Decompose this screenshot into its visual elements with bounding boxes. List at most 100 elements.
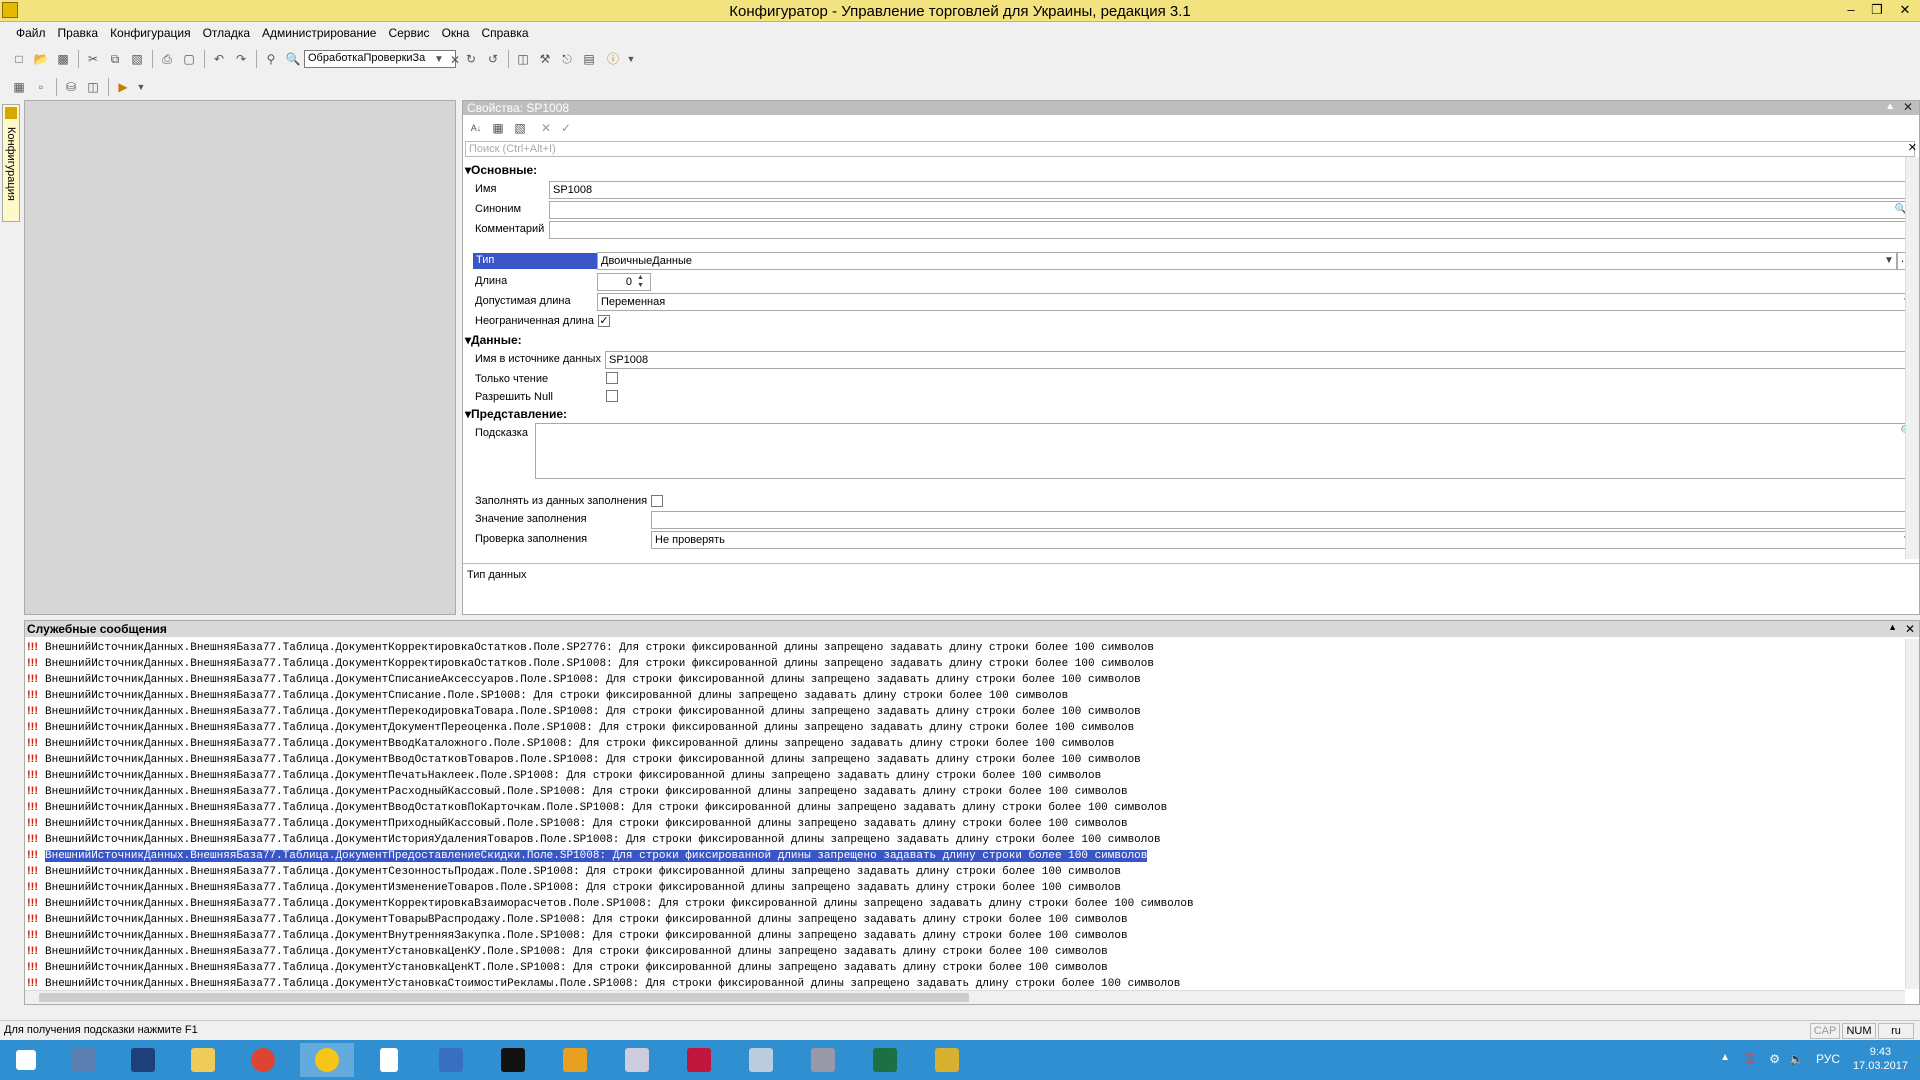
message-row[interactable]: !!! ВнешнийИсточникДанных.ВнешняяБаза77.Т… (25, 927, 1905, 943)
taskbar-app-tools[interactable] (920, 1043, 974, 1077)
menu-file[interactable]: Файл (10, 24, 52, 42)
taskbar-app-excel[interactable] (858, 1043, 912, 1077)
tray-language[interactable]: РУС (1816, 1052, 1840, 1066)
pin-icon[interactable]: ▲ (1885, 101, 1895, 112)
message-row[interactable]: !!! ВнешнийИсточникДанных.ВнешняяБаза77.Т… (25, 719, 1905, 735)
taskbar-app-chrome[interactable] (236, 1043, 290, 1077)
tray-clock[interactable]: 9:43 17.03.2017 (1853, 1045, 1908, 1073)
message-row[interactable]: !!! ВнешнийИсточникДанных.ВнешняяБаза77.Т… (25, 815, 1905, 831)
synonym-field[interactable]: 🔍 (549, 201, 1909, 219)
message-row[interactable]: !!! ВнешнийИсточникДанных.ВнешняяБаза77.Т… (25, 655, 1905, 671)
message-row[interactable]: !!! ВнешнийИсточникДанных.ВнешняяБаза77.Т… (25, 783, 1905, 799)
message-row[interactable]: !!! ВнешнийИсточникДанных.ВнешняяБаза77.Т… (25, 735, 1905, 751)
taskbar-app-paint[interactable] (548, 1043, 602, 1077)
find-in-window-icon[interactable]: ⚲ (262, 50, 280, 68)
save-icon[interactable]: ▩ (54, 50, 72, 68)
menu-service[interactable]: Сервис (382, 24, 435, 42)
message-row[interactable]: !!! ВнешнийИсточникДанных.ВнешняяБаза77.Т… (25, 799, 1905, 815)
apply-edit-icon[interactable]: ✓ (557, 119, 575, 137)
message-row[interactable]: !!! ВнешнийИсточникДанных.ВнешняяБаза77.Т… (25, 831, 1905, 847)
database-icon[interactable]: ⛁ (62, 78, 80, 96)
section-view[interactable]: ▾Представление: (465, 407, 567, 421)
print-icon[interactable]: ⎙ (158, 50, 176, 68)
fill-value-field[interactable] (651, 511, 1915, 529)
taskbar-app-notepad[interactable] (362, 1043, 416, 1077)
message-row[interactable]: !!! ВнешнийИсточникДанных.ВнешняяБаза77.Т… (25, 959, 1905, 975)
taskbar-app-setup[interactable] (424, 1043, 478, 1077)
sort-alpha-icon[interactable]: A↓ (467, 119, 485, 137)
taskbar-app-eraser[interactable] (734, 1043, 788, 1077)
message-row[interactable]: !!! ВнешнийИсточникДанных.ВнешняяБаза77.Т… (25, 687, 1905, 703)
close-messages-icon[interactable]: ✕ (1905, 622, 1915, 636)
menu-configuration[interactable]: Конфигурация (104, 24, 197, 42)
close-properties-icon[interactable]: ✕ (1903, 100, 1913, 114)
open-icon[interactable]: 📂 (32, 50, 50, 68)
comment-field[interactable] (549, 221, 1909, 239)
tray-network-icon[interactable]: ☒ (1744, 1052, 1755, 1066)
message-row[interactable]: !!! ВнешнийИсточникДанных.ВнешняяБаза77.Т… (25, 847, 1905, 863)
taskbar-app-save[interactable] (672, 1043, 726, 1077)
source-name-field[interactable]: SP1008 (605, 351, 1915, 369)
taskbar-app-powershell[interactable] (116, 1043, 170, 1077)
close-button[interactable]: ✕ (1892, 0, 1918, 20)
menu-help[interactable]: Справка (475, 24, 534, 42)
toolbar-dropdown-icon[interactable]: ▼ (622, 50, 640, 68)
menu-debug[interactable]: Отладка (197, 24, 256, 42)
collapse-all-icon[interactable]: ▧ (511, 119, 529, 137)
minimize-button[interactable]: – (1838, 0, 1864, 20)
taskbar-app-1c[interactable] (300, 1043, 354, 1077)
messages-vertical-scrollbar[interactable] (1905, 639, 1919, 989)
message-row[interactable]: !!! ВнешнийИсточникДанных.ВнешняяБаза77.Т… (25, 975, 1905, 991)
tray-volume-icon[interactable]: 🔈 (1789, 1052, 1804, 1066)
tray-update-icon[interactable]: ⚙ (1769, 1052, 1780, 1066)
messages-pin-icon[interactable]: ▲ (1888, 622, 1897, 632)
config-window-icon[interactable]: ▫ (32, 78, 50, 96)
window-list-icon[interactable]: ◫ (514, 50, 532, 68)
config-tree-icon[interactable]: ▦ (10, 78, 28, 96)
syntax-helper-icon[interactable]: ⎋ (558, 50, 576, 68)
menu-edit[interactable]: Правка (52, 24, 105, 42)
paste-icon[interactable]: ▧ (128, 50, 146, 68)
info-icon[interactable]: ⓘ (604, 50, 622, 68)
properties-scrollbar[interactable] (1905, 157, 1919, 559)
message-row[interactable]: !!! ВнешнийИсточникДанных.ВнешняяБаза77.Т… (25, 895, 1905, 911)
message-row[interactable]: !!! ВнешнийИсточникДанных.ВнешняяБаза77.Т… (25, 943, 1905, 959)
message-row[interactable]: !!! ВнешнийИсточникДанных.ВнешняяБаза77.Т… (25, 703, 1905, 719)
taskbar-app-server-manager[interactable] (56, 1043, 110, 1077)
properties-search-input[interactable]: Поиск (Ctrl+Alt+I) (465, 141, 1915, 157)
tooltip-field[interactable]: 🔍 (535, 423, 1915, 479)
new-icon[interactable]: □ (10, 50, 28, 68)
clear-properties-search-icon[interactable]: ✕ (1908, 141, 1917, 154)
unlimited-length-checkbox[interactable]: ✓ (598, 315, 610, 327)
section-basic[interactable]: ▾Основные: (465, 163, 537, 177)
menu-administration[interactable]: Администрирование (256, 24, 382, 42)
run-dropdown-icon[interactable]: ▼ (132, 78, 150, 96)
copy-icon[interactable]: ⧉ (106, 50, 124, 68)
find-previous-icon[interactable]: ↺ (484, 50, 502, 68)
name-field[interactable]: SP1008 (549, 181, 1909, 199)
taskbar-app-calculator[interactable] (610, 1043, 664, 1077)
find-next-icon[interactable]: ↻ (462, 50, 480, 68)
taskbar-app-cmd[interactable] (486, 1043, 540, 1077)
type-dropdown-icon[interactable]: ▼ (1882, 253, 1896, 269)
message-row[interactable]: !!! ВнешнийИсточникДанных.ВнешняяБаза77.Т… (25, 863, 1905, 879)
message-row[interactable]: !!! ВнешнийИсточникДанных.ВнешняяБаза77.Т… (25, 879, 1905, 895)
length-spinner-icon[interactable]: ▲ ▼ (637, 274, 644, 290)
start-button[interactable] (0, 1043, 54, 1077)
fill-from-data-checkbox[interactable] (651, 495, 663, 507)
section-data[interactable]: ▾Данные: (465, 333, 522, 347)
undo-icon[interactable]: ↶ (210, 50, 228, 68)
restore-button[interactable]: ❐ (1864, 0, 1890, 20)
tray-expand-icon[interactable]: ▲ (1720, 1052, 1730, 1063)
readonly-checkbox[interactable] (606, 372, 618, 384)
allow-null-checkbox[interactable] (606, 390, 618, 402)
fill-check-select[interactable]: Не проверять▼ (651, 531, 1915, 549)
messages-horizontal-scrollbar[interactable] (25, 990, 1905, 1004)
search-icon[interactable]: 🔍 (284, 50, 302, 68)
messages-scroll-thumb[interactable] (39, 993, 969, 1002)
table-icon[interactable]: ◫ (84, 78, 102, 96)
redo-icon[interactable]: ↷ (232, 50, 250, 68)
run-debug-icon[interactable]: ▶ (114, 78, 132, 96)
help-book-icon[interactable]: ▤ (580, 50, 598, 68)
allowed-length-select[interactable]: Переменная▼ (597, 293, 1915, 311)
